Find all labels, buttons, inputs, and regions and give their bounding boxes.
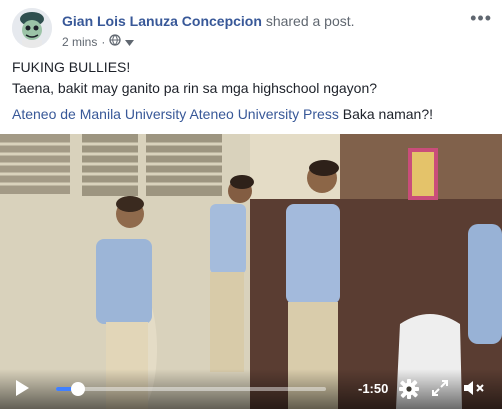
meta-separator: ·	[101, 34, 106, 49]
gear-icon[interactable]	[398, 378, 420, 405]
remaining-time: -1:50	[358, 381, 389, 396]
post-text: FUKING BULLIES! Taena, bakit may ganito …	[12, 58, 492, 100]
post-timestamp[interactable]: 2 mins	[62, 35, 97, 49]
author-name[interactable]: Gian Lois Lanuza Concepcion	[62, 13, 262, 29]
progress-track[interactable]	[56, 382, 326, 396]
more-options-icon[interactable]: •••	[470, 8, 492, 29]
tag-suffix-text: Baka naman?!	[342, 106, 434, 122]
globe-icon[interactable]	[109, 34, 121, 49]
post-header: Gian Lois Lanuza Concepcion shared a pos…	[12, 8, 492, 52]
post-tags: Ateneo de Manila University Ateneo Unive…	[12, 106, 433, 122]
tag-link-ateneo-press[interactable]: Ateneo University Press	[189, 106, 338, 122]
post-line-2: Taena, bakit may ganito pa rin sa mga hi…	[12, 80, 378, 96]
video-frame	[0, 134, 502, 409]
progress-handle[interactable]	[70, 382, 85, 396]
play-icon[interactable]	[16, 380, 29, 396]
author-line: Gian Lois Lanuza Concepcion shared a pos…	[62, 13, 355, 29]
fullscreen-icon[interactable]	[430, 378, 450, 403]
avatar[interactable]	[12, 8, 52, 48]
post-meta: 2 mins ·	[62, 34, 135, 49]
shared-post: Gian Lois Lanuza Concepcion shared a pos…	[0, 0, 502, 409]
share-action-text: shared a post.	[265, 13, 355, 29]
privacy-dropdown-icon[interactable]	[125, 35, 135, 49]
tag-link-ateneo-de-manila[interactable]: Ateneo de Manila University	[12, 106, 186, 122]
volume-muted-icon[interactable]	[462, 378, 488, 403]
post-line-1: FUKING BULLIES!	[12, 59, 131, 75]
video-controls: -1:50	[0, 369, 502, 409]
video-player[interactable]: -1:50	[0, 134, 502, 409]
